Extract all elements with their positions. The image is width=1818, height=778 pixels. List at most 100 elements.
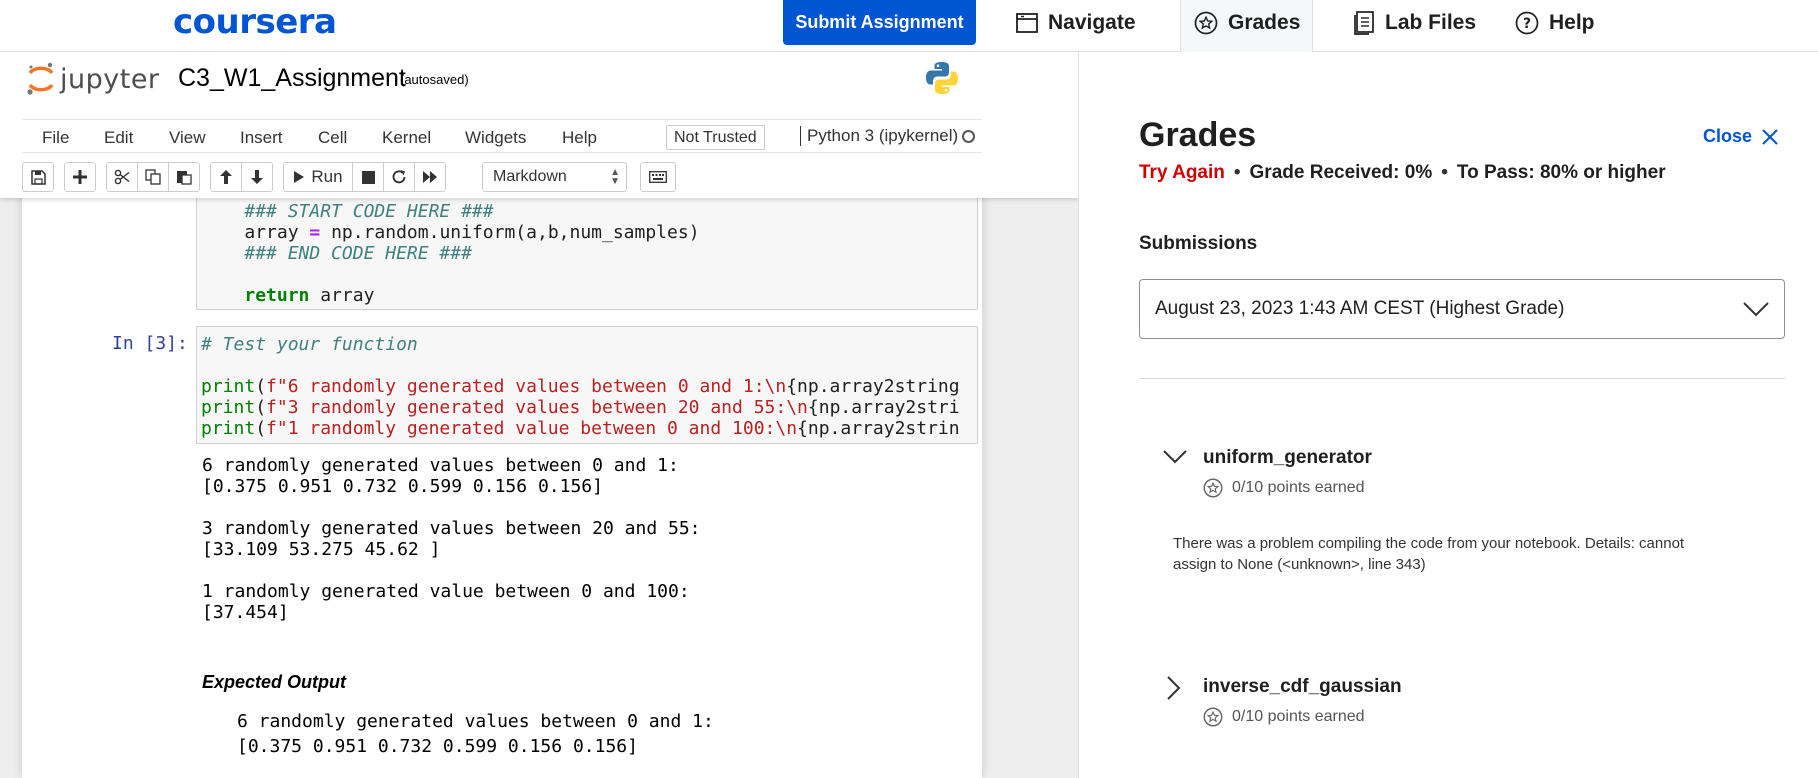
submissions-label: Submissions [1139, 233, 1258, 254]
expand-uniform-generator-toggle[interactable] [1163, 450, 1187, 464]
move-down-button[interactable] [241, 162, 273, 192]
coursera-topbar: coursera Submit Assignment Navigate Grad… [0, 0, 1818, 52]
code-token: ( [255, 397, 267, 418]
fast-forward-icon [423, 171, 437, 183]
menu-help[interactable]: Help [562, 128, 597, 148]
stop-icon [361, 170, 375, 184]
jupyter-logo-icon [27, 62, 54, 95]
jupyter-frame: ### START CODE HERE ### array = np.rando… [0, 52, 1078, 778]
menu-insert[interactable]: Insert [240, 128, 283, 148]
code-cell-test[interactable]: # Test your function print(f"6 randomly … [196, 326, 978, 444]
insert-cell-button[interactable] [64, 162, 96, 192]
not-trusted-button[interactable]: Not Trusted [666, 125, 765, 150]
code-token: print [201, 397, 256, 418]
menu-widgets[interactable]: Widgets [465, 128, 526, 148]
star-badge-icon [1203, 707, 1223, 727]
coursera-logo[interactable]: coursera [173, 2, 337, 42]
submission-select[interactable]: August 23, 2023 1:43 AM CEST (Highest Gr… [1139, 279, 1785, 339]
code-token: np.random.uniform(a,b,num_samples) [331, 222, 700, 243]
save-button[interactable] [22, 162, 54, 192]
code-string: f"6 randomly generated values between 0 … [266, 376, 787, 397]
nav-help[interactable]: ? Help [1515, 0, 1595, 45]
close-icon [1762, 128, 1778, 145]
autosave-status: (autosaved) [400, 72, 469, 87]
nav-lab-files-label: Lab Files [1385, 10, 1477, 34]
notebook-title[interactable]: C3_W1_Assignment [178, 64, 406, 93]
grade-to-pass: To Pass: 80% or higher [1456, 162, 1666, 183]
help-icon: ? [1515, 11, 1539, 34]
document-icon [1354, 10, 1374, 35]
move-up-button[interactable] [210, 162, 242, 192]
submit-assignment-button[interactable]: Submit Assignment [783, 0, 976, 45]
select-arrows-icon: ▲ ▼ [610, 167, 620, 187]
keyboard-icon [649, 171, 667, 183]
code-token: {np.array2string [786, 376, 960, 397]
points-text: 0/10 points earned [1232, 479, 1365, 496]
code-token: ( [255, 376, 267, 397]
star-badge-icon [1203, 478, 1223, 498]
command-palette-button[interactable] [640, 162, 676, 192]
code-token: array [244, 222, 299, 243]
run-button[interactable]: Run [283, 162, 353, 192]
code-comment: ### START CODE HERE ### [244, 201, 494, 222]
kernel-name[interactable]: Python 3 (ipykernel) [800, 126, 958, 146]
cell-prompt: In [3]: [112, 333, 188, 354]
chevron-right-icon [1167, 676, 1181, 700]
code-token: print [201, 376, 256, 397]
menu-cell[interactable]: Cell [318, 128, 347, 148]
copy-icon [145, 169, 161, 185]
close-grades-button[interactable]: Close [1703, 126, 1778, 147]
code-token: array [320, 285, 375, 306]
chevron-down-icon [1743, 302, 1769, 317]
nav-help-label: Help [1549, 10, 1595, 34]
code-token: = [309, 222, 321, 243]
menu-kernel[interactable]: Kernel [382, 128, 431, 148]
grades-panel-title: Grades [1139, 116, 1257, 154]
grades-panel: Grades Close Try Again • Grade Received: 0… [1078, 52, 1818, 778]
copy-cell-button[interactable] [137, 162, 169, 192]
cell-type-value: Markdown [493, 168, 567, 185]
restart-kernel-button[interactable] [383, 162, 415, 192]
code-token: return [244, 285, 310, 306]
nav-navigate[interactable]: Navigate [1016, 0, 1136, 45]
grade-item-name: inverse_cdf_gaussian [1203, 676, 1402, 697]
python-logo-icon [924, 60, 960, 101]
cell-type-select[interactable]: Markdown ▲ ▼ [482, 162, 627, 192]
play-icon [294, 171, 305, 183]
expected-output-text: 6 randomly generated values between 0 an… [237, 711, 714, 757]
code-token: print [201, 418, 256, 439]
grade-summary: Try Again • Grade Received: 0% • To Pass: 80… [1139, 162, 1666, 183]
nav-navigate-label: Navigate [1048, 10, 1136, 34]
chevron-down-icon [1163, 450, 1187, 464]
paste-cell-button[interactable] [168, 162, 200, 192]
code-token: {np.array2strin [797, 418, 960, 439]
expand-inverse-cdf-gaussian-toggle[interactable] [1167, 676, 1181, 700]
grade-item-feedback: There was a problem compiling the code f… [1173, 535, 1685, 573]
jupyter-menubar: File Edit View Insert Cell Kernel Widget… [22, 119, 982, 153]
menu-view[interactable]: View [169, 128, 206, 148]
grade-item-points: 0/10 points earned [1203, 478, 1365, 498]
arrow-down-icon [251, 170, 263, 184]
grade-item-points: 0/10 points earned [1203, 707, 1365, 727]
menu-edit[interactable]: Edit [104, 128, 133, 148]
cell-output: 6 randomly generated values between 0 an… [202, 455, 701, 623]
code-comment: # Test your function [201, 334, 418, 355]
code-cell-uniform-generator[interactable]: ### START CODE HERE ### array = np.rando… [196, 192, 978, 310]
submission-selected-value: August 23, 2023 1:43 AM CEST (Highest Gr… [1155, 298, 1565, 319]
interrupt-kernel-button[interactable] [352, 162, 384, 192]
cut-cell-button[interactable] [106, 162, 138, 192]
nav-lab-files[interactable]: Lab Files [1353, 0, 1476, 45]
menu-file[interactable]: File [42, 128, 69, 148]
jupyter-brand: jupyter [60, 63, 160, 95]
grade-received: Grade Received: 0% [1249, 162, 1433, 183]
nav-grades[interactable]: Grades [1194, 0, 1300, 45]
kernel-idle-indicator-icon [962, 130, 975, 143]
svg-text:?: ? [1523, 16, 1531, 32]
jupyter-logo[interactable]: jupyter [26, 61, 160, 97]
expected-output-heading: Expected Output [202, 672, 347, 692]
code-string: f"1 randomly generated value between 0 a… [266, 418, 798, 439]
restart-run-all-button[interactable] [414, 162, 446, 192]
nav-grades-label: Grades [1228, 10, 1301, 34]
jupyter-toolbar: Run Markdown ▲ ▼ [22, 160, 982, 194]
restart-icon [392, 170, 406, 184]
